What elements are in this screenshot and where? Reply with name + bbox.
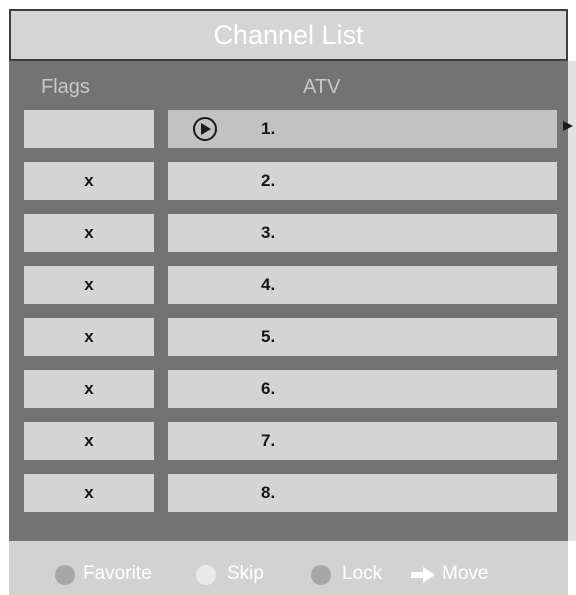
legend-favorite[interactable]: Favorite <box>83 563 152 585</box>
channel-number-2: 2. <box>261 171 276 190</box>
lock-dot-icon <box>311 565 331 585</box>
panel-edge <box>568 61 576 541</box>
channel-row-3[interactable]: 3. <box>168 214 557 252</box>
channel-number-5: 5. <box>261 327 276 346</box>
legend-lock[interactable]: Lock <box>342 563 382 585</box>
channel-row-5[interactable]: 5. <box>168 318 557 356</box>
skip-dot-icon <box>196 565 216 585</box>
channel-row-4[interactable]: 4. <box>168 266 557 304</box>
flag-cell-1[interactable] <box>24 110 154 148</box>
channel-row-8[interactable]: 8. <box>168 474 557 512</box>
flags-column-header: Flags <box>41 76 90 98</box>
channel-row-6[interactable]: 6. <box>168 370 557 408</box>
flag-cell-3[interactable]: x <box>24 214 154 252</box>
play-icon <box>193 117 217 141</box>
channel-row-7[interactable]: 7. <box>168 422 557 460</box>
flag-cell-8[interactable]: x <box>24 474 154 512</box>
channel-number-1: 1. <box>261 119 276 138</box>
favorite-dot-icon <box>55 565 75 585</box>
channel-row-2[interactable]: 2. <box>168 162 557 200</box>
flag-cell-2[interactable]: x <box>24 162 154 200</box>
title-bar: Channel List <box>9 9 568 61</box>
flag-cell-4[interactable]: x <box>24 266 154 304</box>
page-title: Channel List <box>213 19 364 50</box>
legend-move[interactable]: Move <box>442 563 488 585</box>
channel-row-1[interactable]: 1. <box>168 110 557 148</box>
selection-arrow-icon <box>563 121 573 131</box>
channel-number-6: 6. <box>261 379 276 398</box>
arrow-right-icon <box>411 567 435 588</box>
channel-number-8: 8. <box>261 483 276 502</box>
channel-number-7: 7. <box>261 431 276 450</box>
atv-column-header: ATV <box>303 76 341 98</box>
flag-cell-5[interactable]: x <box>24 318 154 356</box>
channel-number-3: 3. <box>261 223 276 242</box>
legend-skip[interactable]: Skip <box>227 563 264 585</box>
channel-number-4: 4. <box>261 275 276 294</box>
flag-cell-7[interactable]: x <box>24 422 154 460</box>
flag-cell-6[interactable]: x <box>24 370 154 408</box>
